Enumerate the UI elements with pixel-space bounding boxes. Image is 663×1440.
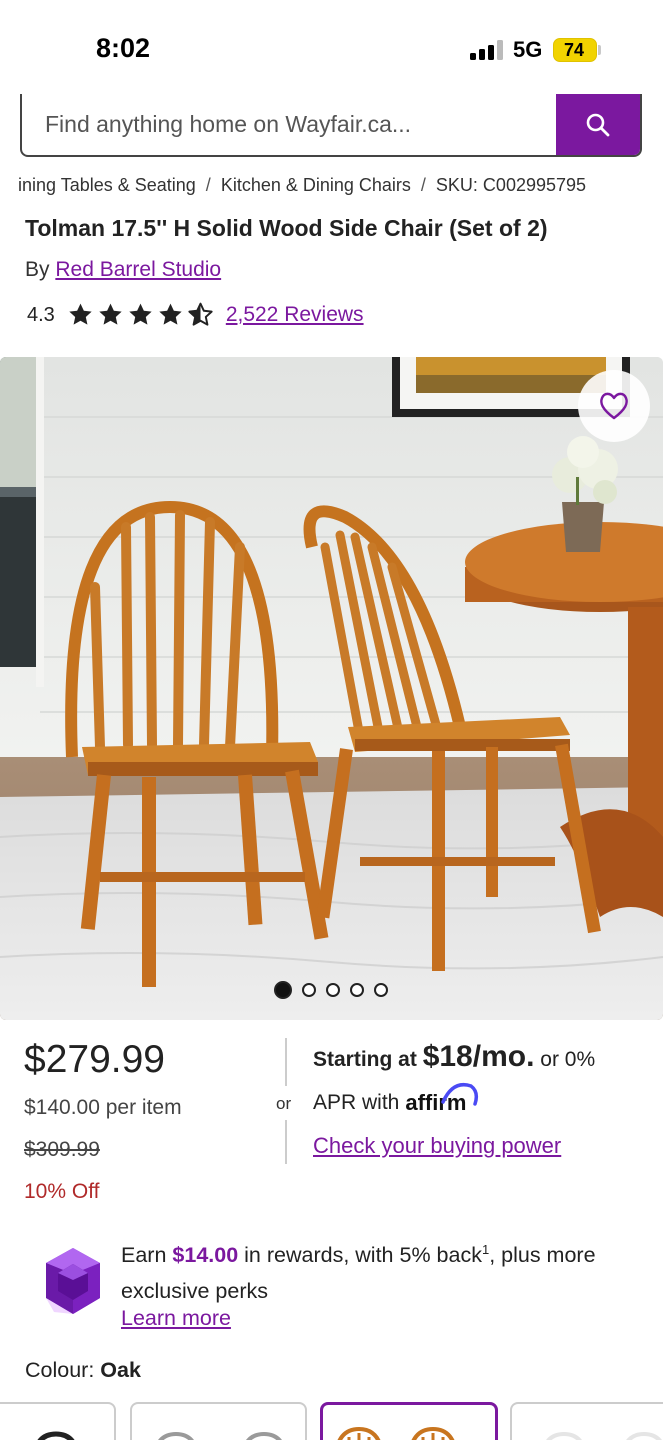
affirm-arc-icon — [441, 1083, 479, 1106]
original-price: $309.99 — [24, 1138, 100, 1161]
per-item-price: $140.00 per item — [24, 1096, 182, 1119]
breadcrumb-separator: / — [420, 175, 426, 195]
star-icon — [129, 303, 152, 325]
rating-row[interactable]: 4.3 2,522 Reviews — [27, 300, 364, 330]
rewards-amount: $14.00 — [172, 1243, 239, 1268]
financing-suffix: or 0% — [540, 1048, 596, 1071]
status-time: 8:02 — [96, 33, 151, 63]
product-title: Tolman 17.5'' H Solid Wood Side Chair (S… — [25, 215, 548, 241]
discount-label: 10% Off — [24, 1180, 100, 1203]
gem-icon — [46, 1248, 100, 1314]
breadcrumb: ining Tables & Seating / Kitchen & Dining … — [18, 175, 586, 196]
carousel-dot[interactable] — [302, 983, 316, 997]
colour-swatch-white[interactable] — [510, 1402, 663, 1440]
carousel-dot[interactable] — [374, 983, 388, 997]
chair-thumbnail — [546, 1431, 662, 1440]
or-label: or — [276, 1094, 292, 1113]
sale-price: $279.99 — [24, 1038, 165, 1081]
star-icon — [159, 303, 182, 325]
carousel-dots — [274, 981, 388, 999]
breadcrumb-separator: / — [205, 175, 211, 195]
rewards-text: Earn $14.00 in rewards, with 5% back1, p… — [121, 1232, 641, 1309]
rewards-mid: in rewards, with 5% back — [244, 1243, 482, 1268]
check-buying-power-link[interactable]: Check your buying power — [313, 1133, 561, 1159]
learn-more-link[interactable]: Learn more — [121, 1306, 231, 1331]
breadcrumb-item-dining-tables[interactable]: ining Tables & Seating — [18, 175, 196, 195]
star-rating — [67, 302, 214, 328]
favorite-button[interactable] — [578, 370, 650, 442]
financing-line: Starting at $18/mo. or 0% — [313, 1040, 595, 1074]
product-photo — [0, 357, 663, 1020]
breadcrumb-sku: SKU: C002995795 — [435, 175, 587, 195]
affirm-logo: affirm — [405, 1083, 479, 1116]
divider — [285, 1038, 287, 1086]
reviews-link[interactable]: 2,522 Reviews — [226, 303, 364, 327]
financing-apr: APR with — [313, 1091, 400, 1114]
carousel-dot[interactable] — [274, 981, 292, 999]
battery-tip — [598, 45, 601, 55]
chair-thumbnail — [337, 1426, 455, 1440]
chair-thumbnail — [158, 1431, 282, 1440]
divider — [285, 1120, 287, 1164]
colour-swatch-grey[interactable] — [130, 1402, 307, 1440]
rewards-pre: Earn — [121, 1243, 167, 1268]
star-icon — [99, 303, 122, 325]
status-bar: 8:02 5G 74 — [0, 0, 663, 94]
battery-icon: 74 — [553, 38, 597, 62]
rating-value: 4.3 — [27, 303, 55, 326]
signal-icon — [470, 40, 504, 60]
brand-link[interactable]: Red Barrel Studio — [55, 258, 221, 281]
star-icon — [69, 303, 92, 325]
star-half-icon — [188, 302, 213, 326]
chair-thumbnail — [37, 1431, 75, 1440]
financing-prefix: Starting at — [313, 1048, 417, 1071]
carousel-dot[interactable] — [326, 983, 340, 997]
colour-label: Colour: Oak — [25, 1358, 141, 1383]
breadcrumb-item-kitchen-chairs[interactable]: Kitchen & Dining Chairs — [221, 175, 411, 195]
colour-value: Oak — [100, 1358, 141, 1382]
search-button[interactable] — [556, 94, 640, 155]
carousel-dot[interactable] — [350, 983, 364, 997]
network-label: 5G — [513, 37, 543, 62]
search-bar — [20, 94, 642, 157]
search-input[interactable] — [22, 94, 556, 155]
by-label: By — [25, 258, 50, 281]
colour-swatch-black[interactable] — [0, 1402, 116, 1440]
financing-amount: $18/mo. — [422, 1040, 535, 1073]
search-icon — [586, 113, 610, 136]
brand-line: By Red Barrel Studio — [25, 258, 221, 282]
product-image[interactable] — [0, 357, 663, 1020]
colour-swatch-oak[interactable] — [320, 1402, 498, 1440]
financing-line-2: APR with affirm — [313, 1083, 479, 1116]
colour-label-text: Colour: — [25, 1358, 95, 1382]
battery-level: 74 — [563, 40, 585, 60]
heart-icon — [600, 392, 628, 420]
